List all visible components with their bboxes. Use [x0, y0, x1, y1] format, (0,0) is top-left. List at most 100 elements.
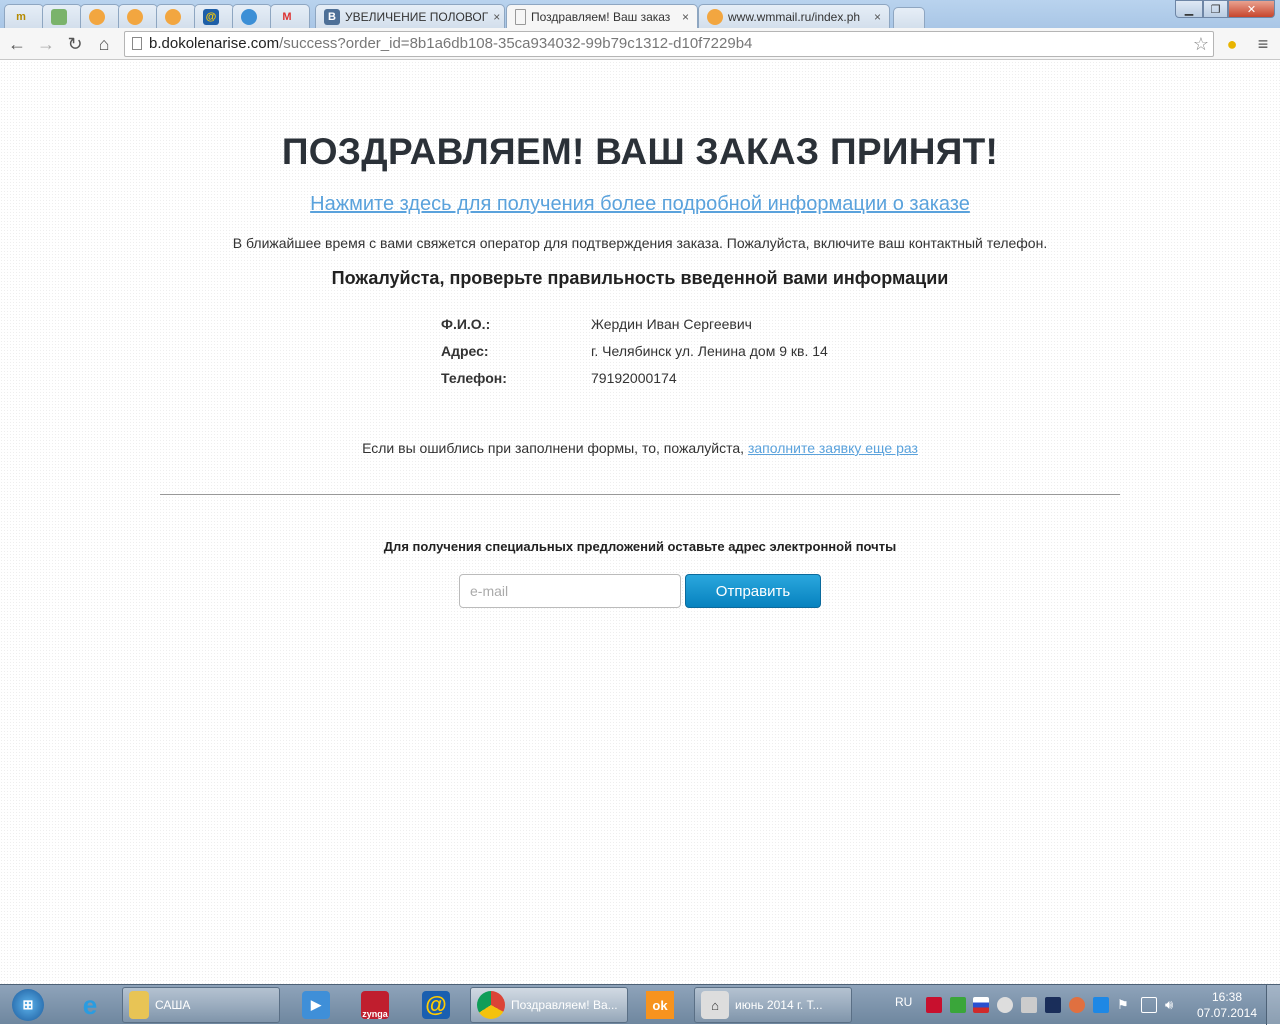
adobe-icon[interactable]	[926, 997, 942, 1013]
odnoklassniki-icon: ok	[646, 991, 674, 1019]
russian-flag-icon[interactable]	[973, 997, 989, 1013]
clock-time: 16:38	[1211, 990, 1243, 1004]
check-heading: Пожалуйста, проверьте правильность введе…	[331, 268, 949, 288]
mistake-text: Если вы ошиблись при заполнени формы, то…	[0, 440, 1280, 456]
teamviewer-icon[interactable]	[1093, 997, 1109, 1013]
speaker-icon[interactable]	[1069, 997, 1085, 1013]
clock-date: 07.07.2014	[1196, 1006, 1258, 1020]
windows-logo-icon: ⊞	[12, 989, 44, 1021]
tab-active[interactable]: Поздравляем! Ваш заказ ×	[506, 4, 698, 28]
taskbar-explorer[interactable]: САША	[122, 987, 280, 1023]
media-player-icon: ▶	[302, 991, 330, 1019]
minimize-button[interactable]: ▁	[1175, 0, 1203, 18]
tab-label: УВЕЛИЧЕНИЕ ПОЛОВОГ	[345, 9, 489, 24]
image-icon	[51, 8, 67, 25]
vk-icon: B	[324, 8, 340, 25]
order-info: Ф.И.О.: Жердин Иван Сергеевич Адрес: г. Че…	[441, 316, 828, 397]
reload-icon[interactable]: ↻	[64, 33, 86, 55]
info-value: г. Челябинск ул. Ленина дом 9 кв. 14	[591, 343, 828, 359]
action-center-flag-icon[interactable]: ⚑	[1117, 997, 1133, 1013]
pinned-tab[interactable]	[232, 4, 272, 28]
info-label: Адрес:	[441, 343, 489, 359]
start-button[interactable]: ⊞	[6, 987, 50, 1023]
zynga-icon: zynga	[361, 991, 389, 1019]
info-label: Телефон:	[441, 370, 507, 386]
pinned-tab[interactable]	[80, 4, 120, 28]
pinned-tab[interactable]	[118, 4, 158, 28]
globe-icon	[241, 8, 257, 25]
info-row-name: Ф.И.О.: Жердин Иван Сергеевич	[441, 316, 828, 343]
taskbar-mailru[interactable]: @	[416, 987, 456, 1023]
tab-strip: m @ M B УВЕЛИЧЕНИЕ ПОЛОВОГ × Поздравляем! …	[0, 0, 1280, 28]
mistake-label: Если вы ошиблись при заполнени формы, то…	[362, 440, 748, 456]
pinned-tab[interactable]	[156, 4, 196, 28]
bookmark-star-icon[interactable]: ☆	[1193, 32, 1209, 56]
taskbar-ie[interactable]: e	[70, 987, 110, 1023]
back-icon[interactable]: ←	[6, 33, 28, 55]
folder-icon	[129, 991, 149, 1019]
forward-icon[interactable]: →	[35, 33, 57, 55]
url-path: /success?order_id=8b1a6db108-35ca934032-…	[279, 35, 753, 52]
tab-wmmail[interactable]: www.wmmail.ru/index.ph ×	[698, 4, 890, 28]
refill-form-link[interactable]: заполните заявку еще раз	[748, 440, 918, 456]
clock[interactable]: 16:38 07.07.2014	[1196, 989, 1258, 1021]
disk-icon[interactable]	[997, 997, 1013, 1013]
taskbar-zynga[interactable]: zynga	[355, 987, 395, 1023]
order-details-link[interactable]: Нажмите здесь для получения более подроб…	[310, 193, 970, 215]
notice-text: В ближайшее время с вами свяжется операт…	[232, 235, 1048, 251]
gmail-icon: M	[282, 10, 292, 23]
show-desktop-button[interactable]	[1266, 985, 1280, 1025]
language-indicator[interactable]: RU	[895, 995, 912, 1009]
info-value: Жердин Иван Сергеевич	[591, 316, 752, 332]
taskbar-media-player[interactable]: ▶	[296, 987, 336, 1023]
new-tab-button[interactable]	[893, 7, 925, 28]
taskbar-odnoklassniki[interactable]: ok	[640, 987, 680, 1023]
divider	[160, 494, 1120, 495]
pinned-tab[interactable]: M	[270, 4, 310, 28]
monitor-icon[interactable]	[1045, 997, 1061, 1013]
maximize-button[interactable]: ❐	[1203, 0, 1228, 18]
extension-icon[interactable]: ●	[1221, 33, 1243, 55]
email-input[interactable]	[459, 574, 681, 608]
wmmail-icon	[89, 8, 105, 25]
tab-label: Поздравляем! Ваш заказ	[531, 9, 671, 24]
close-tab-icon[interactable]: ×	[493, 10, 500, 24]
menu-icon[interactable]: ≡	[1252, 33, 1274, 55]
promo-text: Для получения специальных предложений ос…	[383, 539, 897, 554]
volume-icon[interactable]: 🔊︎	[1165, 997, 1181, 1013]
network-icon[interactable]	[1141, 997, 1157, 1013]
wmmail-icon	[707, 8, 723, 25]
chrome-icon	[477, 991, 505, 1019]
address-bar[interactable]: b.dokolenarise.com/success?order_id=8b1a…	[124, 31, 1214, 57]
security-icon[interactable]	[950, 997, 966, 1013]
taskbar-chrome[interactable]: Поздравляем! Ва...	[470, 987, 628, 1023]
page-icon	[515, 8, 526, 25]
info-row-address: Адрес: г. Челябинск ул. Ленина дом 9 кв. …	[441, 343, 828, 370]
taskbar-label: Поздравляем! Ва...	[511, 998, 618, 1012]
info-value: 79192000174	[591, 370, 677, 386]
house-icon: ⌂	[701, 991, 729, 1019]
send-button[interactable]: Отправить	[685, 574, 821, 608]
close-tab-icon[interactable]: ×	[682, 10, 689, 24]
page-content: ПОЗДРАВЛЯЕМ! ВАШ ЗАКАЗ ПРИНЯТ! Нажмите з…	[0, 61, 1280, 984]
app-icon[interactable]	[1021, 997, 1037, 1013]
browser-toolbar: ← → ↻ ⌂ b.dokolenarise.com/success?order…	[0, 28, 1280, 60]
info-label: Ф.И.О.:	[441, 316, 491, 332]
close-tab-icon[interactable]: ×	[874, 10, 881, 24]
info-row-phone: Телефон: 79192000174	[441, 370, 828, 397]
taskbar-calendar[interactable]: ⌂ июнь 2014 г. Т...	[694, 987, 852, 1023]
wmmail-icon	[127, 8, 143, 25]
pinned-tab[interactable]: m	[4, 4, 44, 28]
wmmail-icon	[165, 8, 181, 25]
mailru-icon: @	[422, 991, 450, 1019]
taskbar-label: САША	[155, 998, 191, 1012]
close-window-button[interactable]: ✕	[1228, 0, 1275, 18]
mailru-icon: @	[203, 8, 219, 25]
tab-vk[interactable]: B УВЕЛИЧЕНИЕ ПОЛОВОГ ×	[315, 4, 505, 28]
taskbar-label: июнь 2014 г. Т...	[735, 998, 823, 1012]
page-icon	[132, 37, 142, 50]
pinned-tab[interactable]	[42, 4, 82, 28]
pinned-tab[interactable]: @	[194, 4, 234, 28]
url-host: b.dokolenarise.com	[149, 35, 280, 52]
home-icon[interactable]: ⌂	[93, 33, 115, 55]
